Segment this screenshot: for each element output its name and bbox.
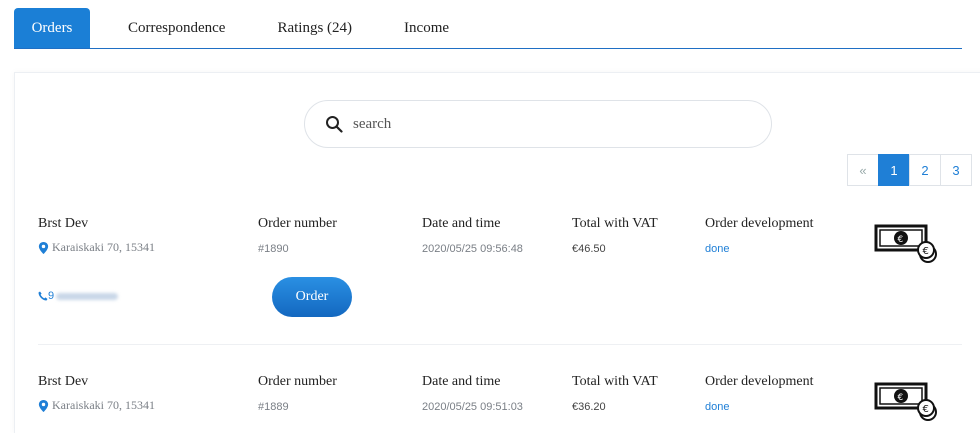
svg-text:€: € [923, 246, 929, 257]
pagination-prev[interactable]: « [847, 154, 879, 186]
order-number-col: Order number #1890 [258, 216, 337, 255]
total-label: Total with VAT [572, 216, 658, 231]
date-time-value: 2020/05/25 09:56:48 [422, 243, 523, 255]
payment-cash-icon: € € [874, 220, 944, 269]
customer-address: Karaiskaki 70, 15341 [38, 240, 155, 255]
status-link[interactable]: done [705, 401, 813, 413]
development-label: Order development [705, 216, 814, 231]
order-number-value: #1890 [258, 243, 289, 255]
svg-text:€: € [898, 393, 904, 403]
development-col: Order development done [705, 374, 813, 413]
customer-address: Karaiskaki 70, 15341 [38, 398, 155, 413]
order-divider [38, 344, 962, 345]
tab-income[interactable]: Income [404, 8, 449, 48]
customer-name: Brst Dev [38, 216, 89, 231]
location-pin-icon [38, 399, 49, 412]
pagination-page-2[interactable]: 2 [909, 154, 941, 186]
phone-prefix: 9 [48, 290, 55, 302]
phone-number[interactable]: 9 [38, 290, 119, 302]
address-text: Karaiskaki 70, 15341 [52, 240, 155, 254]
total-label: Total with VAT [572, 374, 658, 389]
order-number-col: Order number #1889 [258, 374, 337, 413]
search-icon[interactable] [323, 113, 345, 135]
development-label: Order development [705, 374, 814, 389]
order-number-label: Order number [258, 374, 337, 389]
svg-text:€: € [923, 404, 929, 415]
development-col: Order development done [705, 216, 813, 255]
phone-icon [38, 291, 48, 301]
search-input[interactable] [351, 114, 735, 134]
location-pin-icon [38, 241, 49, 254]
customer-name: Brst Dev [38, 374, 89, 389]
tab-orders[interactable]: Orders [14, 8, 90, 48]
pagination-page-1[interactable]: 1 [878, 154, 910, 186]
pagination-page-3[interactable]: 3 [940, 154, 972, 186]
order-button[interactable]: Order [272, 277, 352, 317]
date-time-col: Date and time 2020/05/25 09:56:48 [422, 216, 523, 255]
customer-info: Brst Dev Karaiskaki 70, 15341 [38, 374, 155, 413]
date-time-label: Date and time [422, 374, 501, 389]
pagination: « 1 2 3 [847, 154, 972, 186]
order-number-label: Order number [258, 216, 337, 231]
total-value: €46.50 [572, 243, 606, 255]
phone-redacted [56, 292, 119, 300]
total-col: Total with VAT €36.20 [572, 374, 658, 413]
tab-ratings[interactable]: Ratings (24) [277, 8, 352, 48]
date-time-label: Date and time [422, 216, 501, 231]
search-box[interactable] [304, 100, 772, 148]
tab-bar: Orders Correspondence Ratings (24) Incom… [14, 8, 962, 49]
order-number-value: #1889 [258, 401, 289, 413]
total-col: Total with VAT €46.50 [572, 216, 658, 255]
tab-correspondence[interactable]: Correspondence [128, 8, 225, 48]
svg-text:€: € [898, 235, 904, 245]
address-text: Karaiskaki 70, 15341 [52, 398, 155, 412]
total-value: €36.20 [572, 401, 606, 413]
date-time-value: 2020/05/25 09:51:03 [422, 401, 523, 413]
customer-info: Brst Dev Karaiskaki 70, 15341 [38, 216, 155, 255]
date-time-col: Date and time 2020/05/25 09:51:03 [422, 374, 523, 413]
status-link[interactable]: done [705, 243, 813, 255]
